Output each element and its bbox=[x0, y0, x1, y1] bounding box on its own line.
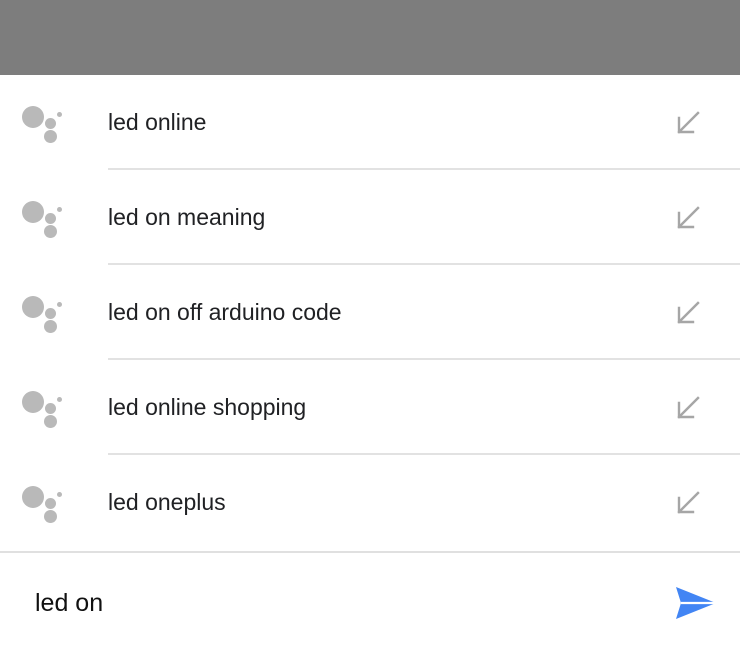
fill-query-arrow-icon[interactable] bbox=[674, 299, 702, 327]
query-input-area[interactable]: led on bbox=[0, 551, 740, 649]
suggestion-item[interactable]: led oneplus bbox=[0, 455, 740, 550]
suggestion-text: led oneplus bbox=[108, 489, 226, 515]
google-assistant-icon bbox=[20, 388, 64, 428]
google-assistant-icon bbox=[20, 483, 64, 523]
suggestion-list: led online led on meaning led on off ard… bbox=[0, 75, 740, 550]
suggestion-item[interactable]: led on meaning bbox=[0, 170, 740, 265]
google-assistant-icon bbox=[20, 198, 64, 238]
suggestion-text: led on off arduino code bbox=[108, 299, 342, 325]
google-assistant-icon bbox=[20, 103, 64, 143]
top-scrim bbox=[0, 0, 740, 75]
fill-query-arrow-icon[interactable] bbox=[674, 489, 702, 517]
google-assistant-icon bbox=[20, 293, 64, 333]
suggestion-text: led on meaning bbox=[108, 204, 266, 230]
query-input[interactable]: led on bbox=[35, 553, 103, 651]
suggestion-item[interactable]: led online shopping bbox=[0, 360, 740, 455]
suggestion-text: led online bbox=[108, 109, 207, 135]
suggestion-item[interactable]: led on off arduino code bbox=[0, 265, 740, 360]
send-icon[interactable] bbox=[672, 583, 720, 623]
suggestion-text: led online shopping bbox=[108, 394, 307, 420]
fill-query-arrow-icon[interactable] bbox=[674, 109, 702, 137]
suggestion-item[interactable]: led online bbox=[0, 75, 740, 170]
fill-query-arrow-icon[interactable] bbox=[674, 394, 702, 422]
fill-query-arrow-icon[interactable] bbox=[674, 204, 702, 232]
